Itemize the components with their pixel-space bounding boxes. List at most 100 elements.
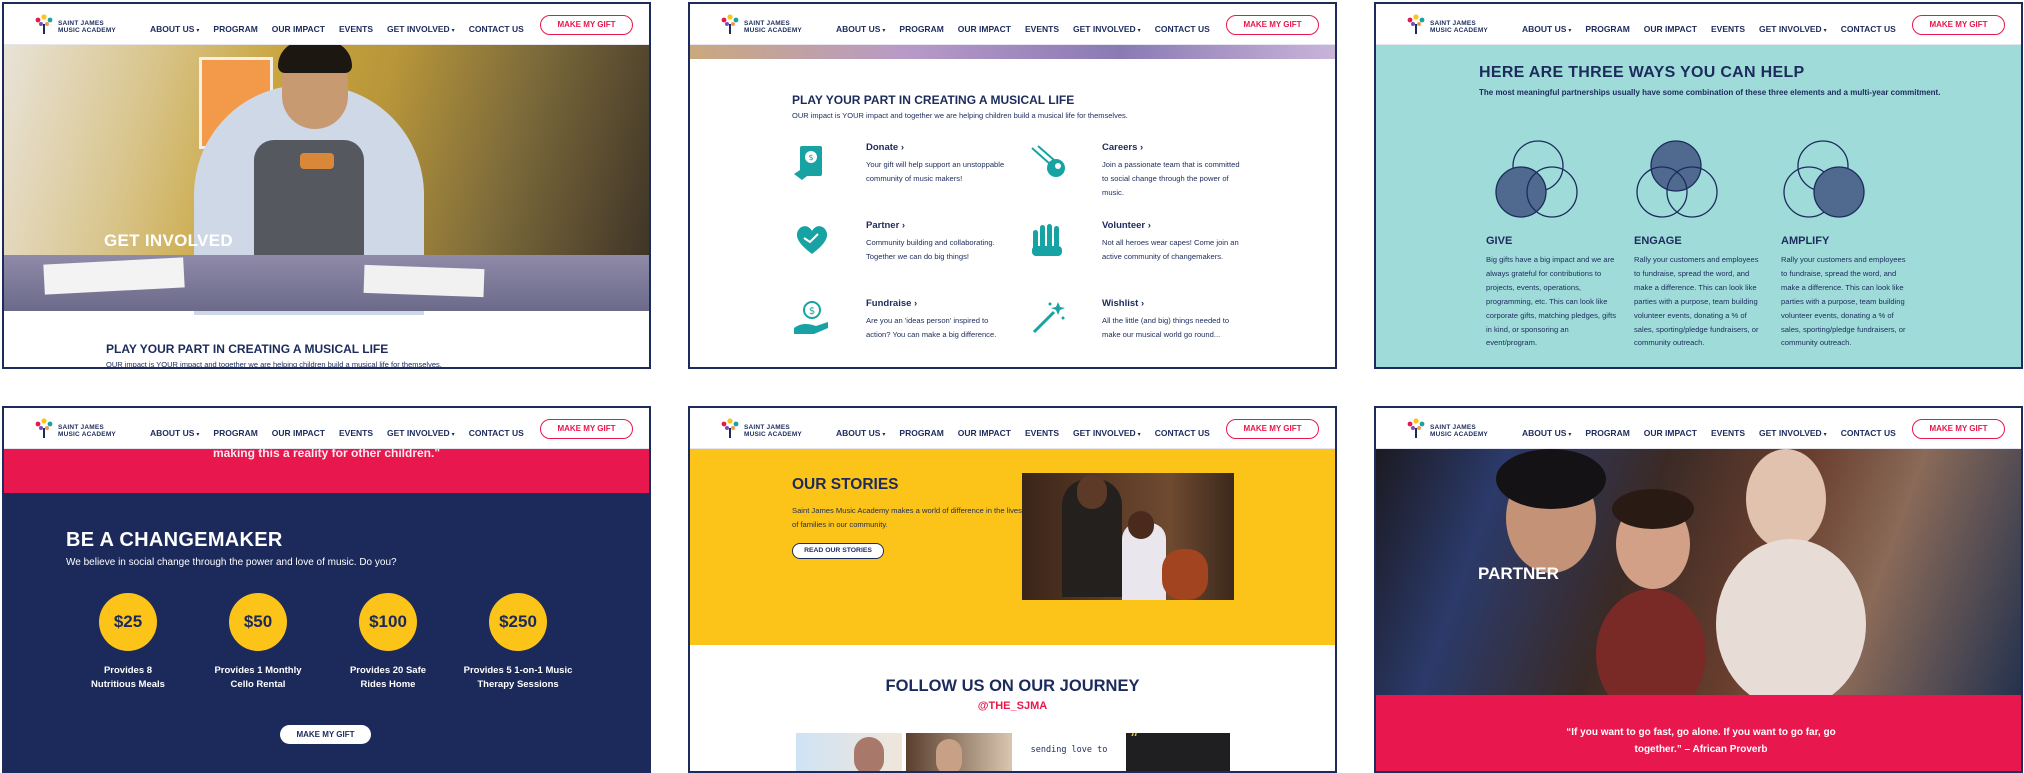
site-logo[interactable]: SAINT JAMES MUSIC ACADEMY — [1404, 416, 1494, 442]
nav-events[interactable]: EVENTS — [1025, 428, 1059, 438]
nav-get-involved[interactable]: GET INVOLVED ▾ — [1759, 428, 1827, 438]
way-description: Join a passionate team that is committed… — [1102, 160, 1240, 197]
gift-impact-label: Provides 5 1-on-1 Music Therapy Sessions — [463, 665, 573, 690]
gift-amount-50[interactable]: $50 — [229, 593, 287, 651]
section-heading: PLAY YOUR PART IN CREATING A MUSICAL LIF… — [792, 93, 1075, 107]
read-our-stories-button[interactable]: READ OUR STORIES — [792, 543, 884, 559]
tree-logo-icon — [35, 14, 53, 34]
way-title[interactable]: Donate › — [866, 142, 904, 153]
follow-heading: FOLLOW US ON OUR JOURNEY — [885, 677, 1140, 695]
make-my-gift-button[interactable]: MAKE MY GIFT — [1912, 419, 2005, 439]
section-subtext: Saint James Music Academy makes a world … — [792, 506, 1022, 529]
fundraise-icon: $ — [794, 301, 828, 334]
tree-logo-icon — [721, 418, 739, 438]
nav-our-impact[interactable]: OUR IMPACT — [958, 428, 1011, 438]
gift-amount-250[interactable]: $250 — [489, 593, 547, 651]
way-description: Your gift will help support an unstoppab… — [866, 160, 1005, 183]
help-desc-engage: Rally your customers and employees to fu… — [1634, 255, 1759, 348]
section-heading: OUR STORIES — [792, 476, 899, 493]
nav-our-impact[interactable]: OUR IMPACT — [1644, 24, 1697, 34]
nav-about-us[interactable]: ABOUT US ▾ — [150, 24, 199, 34]
nav-our-impact[interactable]: OUR IMPACT — [1644, 428, 1697, 438]
nav-program[interactable]: PROGRAM — [1585, 428, 1629, 438]
way-description: All the little (and big) things needed t… — [1102, 316, 1230, 339]
nav-program[interactable]: PROGRAM — [899, 428, 943, 438]
nav-events[interactable]: EVENTS — [1025, 24, 1059, 34]
site-logo[interactable]: SAINT JAMES MUSIC ACADEMY — [1404, 12, 1494, 38]
face-shape — [1746, 449, 1826, 549]
nav-events[interactable]: EVENTS — [1711, 428, 1745, 438]
way-title[interactable]: Volunteer › — [1102, 220, 1151, 231]
site-logo[interactable]: SAINT JAMES MUSIC ACADEMY — [32, 416, 122, 442]
logo-text: SAINT JAMES MUSIC ACADEMY — [58, 20, 116, 34]
panel-our-stories: SAINT JAMES MUSIC ACADEMY ABOUT US ▾ PROGR… — [688, 406, 1337, 773]
nav-get-involved[interactable]: GET INVOLVED ▾ — [387, 428, 455, 438]
make-my-gift-button[interactable]: MAKE MY GIFT — [1912, 15, 2005, 35]
site-logo[interactable]: SAINT JAMES MUSIC ACADEMY — [32, 12, 122, 38]
way-description: Community building and collaborating. To… — [866, 238, 995, 261]
stories-photo — [1022, 473, 1234, 600]
gift-amount-25[interactable]: $25 — [99, 593, 157, 651]
instagram-post-thumbnail[interactable] — [796, 733, 902, 771]
person-head-shape — [1077, 475, 1107, 509]
gift-amount-100[interactable]: $100 — [359, 593, 417, 651]
nav-contact-us[interactable]: CONTACT US — [469, 24, 524, 34]
cello-shape — [1162, 549, 1208, 600]
tree-logo-icon — [35, 418, 53, 438]
nav-about-us[interactable]: ABOUT US ▾ — [836, 24, 885, 34]
hero-title: GET INVOLVED — [104, 231, 233, 250]
section-subtext: We believe in social change through the … — [66, 557, 397, 568]
way-title[interactable]: Wishlist › — [1102, 298, 1144, 309]
nav-program[interactable]: PROGRAM — [213, 24, 257, 34]
way-title[interactable]: Partner › — [866, 220, 905, 231]
gift-impact-label: Provides 20 Safe Rides Home — [349, 665, 427, 690]
instagram-post-thumbnail[interactable] — [906, 733, 1012, 771]
nav-get-involved[interactable]: GET INVOLVED ▾ — [387, 24, 455, 34]
nav-events[interactable]: EVENTS — [339, 24, 373, 34]
nav-about-us[interactable]: ABOUT US ▾ — [836, 428, 885, 438]
nav-contact-us[interactable]: CONTACT US — [1155, 24, 1210, 34]
nav-events[interactable]: EVENTS — [339, 428, 373, 438]
make-my-gift-button[interactable]: MAKE MY GIFT — [1226, 419, 1319, 439]
section-heading: PLAY YOUR PART IN CREATING A MUSICAL LIF… — [106, 342, 389, 356]
sweater-shape — [1716, 539, 1866, 709]
panel-get-involved-hero: SAINT JAMES MUSIC ACADEMY ABOUT US ▾ PROGR… — [2, 2, 651, 369]
logo-text: SAINT JAMES MUSIC ACADEMY — [58, 424, 116, 438]
way-title[interactable]: Careers › — [1102, 142, 1143, 153]
top-nav: SAINT JAMES MUSIC ACADEMY ABOUT US ▾ PROGR… — [690, 408, 1335, 449]
nav-get-involved[interactable]: GET INVOLVED ▾ — [1073, 24, 1141, 34]
make-my-gift-button[interactable]: MAKE MY GIFT — [540, 15, 633, 35]
nav-our-impact[interactable]: OUR IMPACT — [272, 24, 325, 34]
nav-contact-us[interactable]: CONTACT US — [469, 428, 524, 438]
instagram-post-thumbnail[interactable]: “ — [1126, 733, 1230, 771]
nav-program[interactable]: PROGRAM — [1585, 24, 1629, 34]
nav-get-involved[interactable]: GET INVOLVED ▾ — [1073, 428, 1141, 438]
site-logo[interactable]: SAINT JAMES MUSIC ACADEMY — [718, 416, 808, 442]
way-description: Not all heroes wear capes! Come join an … — [1102, 238, 1239, 261]
nav-our-impact[interactable]: OUR IMPACT — [958, 24, 1011, 34]
nav-program[interactable]: PROGRAM — [899, 24, 943, 34]
make-my-gift-button[interactable]: MAKE MY GIFT — [540, 419, 633, 439]
instagram-handle-link[interactable]: @THE_SJMA — [690, 700, 1335, 712]
nav-our-impact[interactable]: OUR IMPACT — [272, 428, 325, 438]
venn-amplify-icon — [1783, 140, 1865, 218]
make-my-gift-button[interactable]: MAKE MY GIFT — [1226, 15, 1319, 35]
nav-contact-us[interactable]: CONTACT US — [1155, 428, 1210, 438]
nav-events[interactable]: EVENTS — [1711, 24, 1745, 34]
help-title-amplify: AMPLIFY — [1781, 235, 1830, 247]
nav-program[interactable]: PROGRAM — [213, 428, 257, 438]
make-my-gift-button-section[interactable]: MAKE MY GIFT — [280, 725, 371, 744]
magic-wand-icon — [1032, 302, 1065, 334]
site-logo[interactable]: SAINT JAMES MUSIC ACADEMY — [718, 12, 808, 38]
venn-give-icon — [1495, 140, 1578, 218]
nav-get-involved[interactable]: GET INVOLVED ▾ — [1759, 24, 1827, 34]
tree-logo-icon — [1407, 14, 1425, 34]
instagram-post-thumbnail[interactable]: sending love to — [1016, 733, 1122, 771]
nav-about-us[interactable]: ABOUT US ▾ — [150, 428, 199, 438]
nav-about-us[interactable]: ABOUT US ▾ — [1522, 428, 1571, 438]
section-heading: BE A CHANGEMAKER — [66, 529, 283, 551]
nav-about-us[interactable]: ABOUT US ▾ — [1522, 24, 1571, 34]
way-title[interactable]: Fundraise › — [866, 298, 917, 309]
nav-contact-us[interactable]: CONTACT US — [1841, 24, 1896, 34]
nav-contact-us[interactable]: CONTACT US — [1841, 428, 1896, 438]
